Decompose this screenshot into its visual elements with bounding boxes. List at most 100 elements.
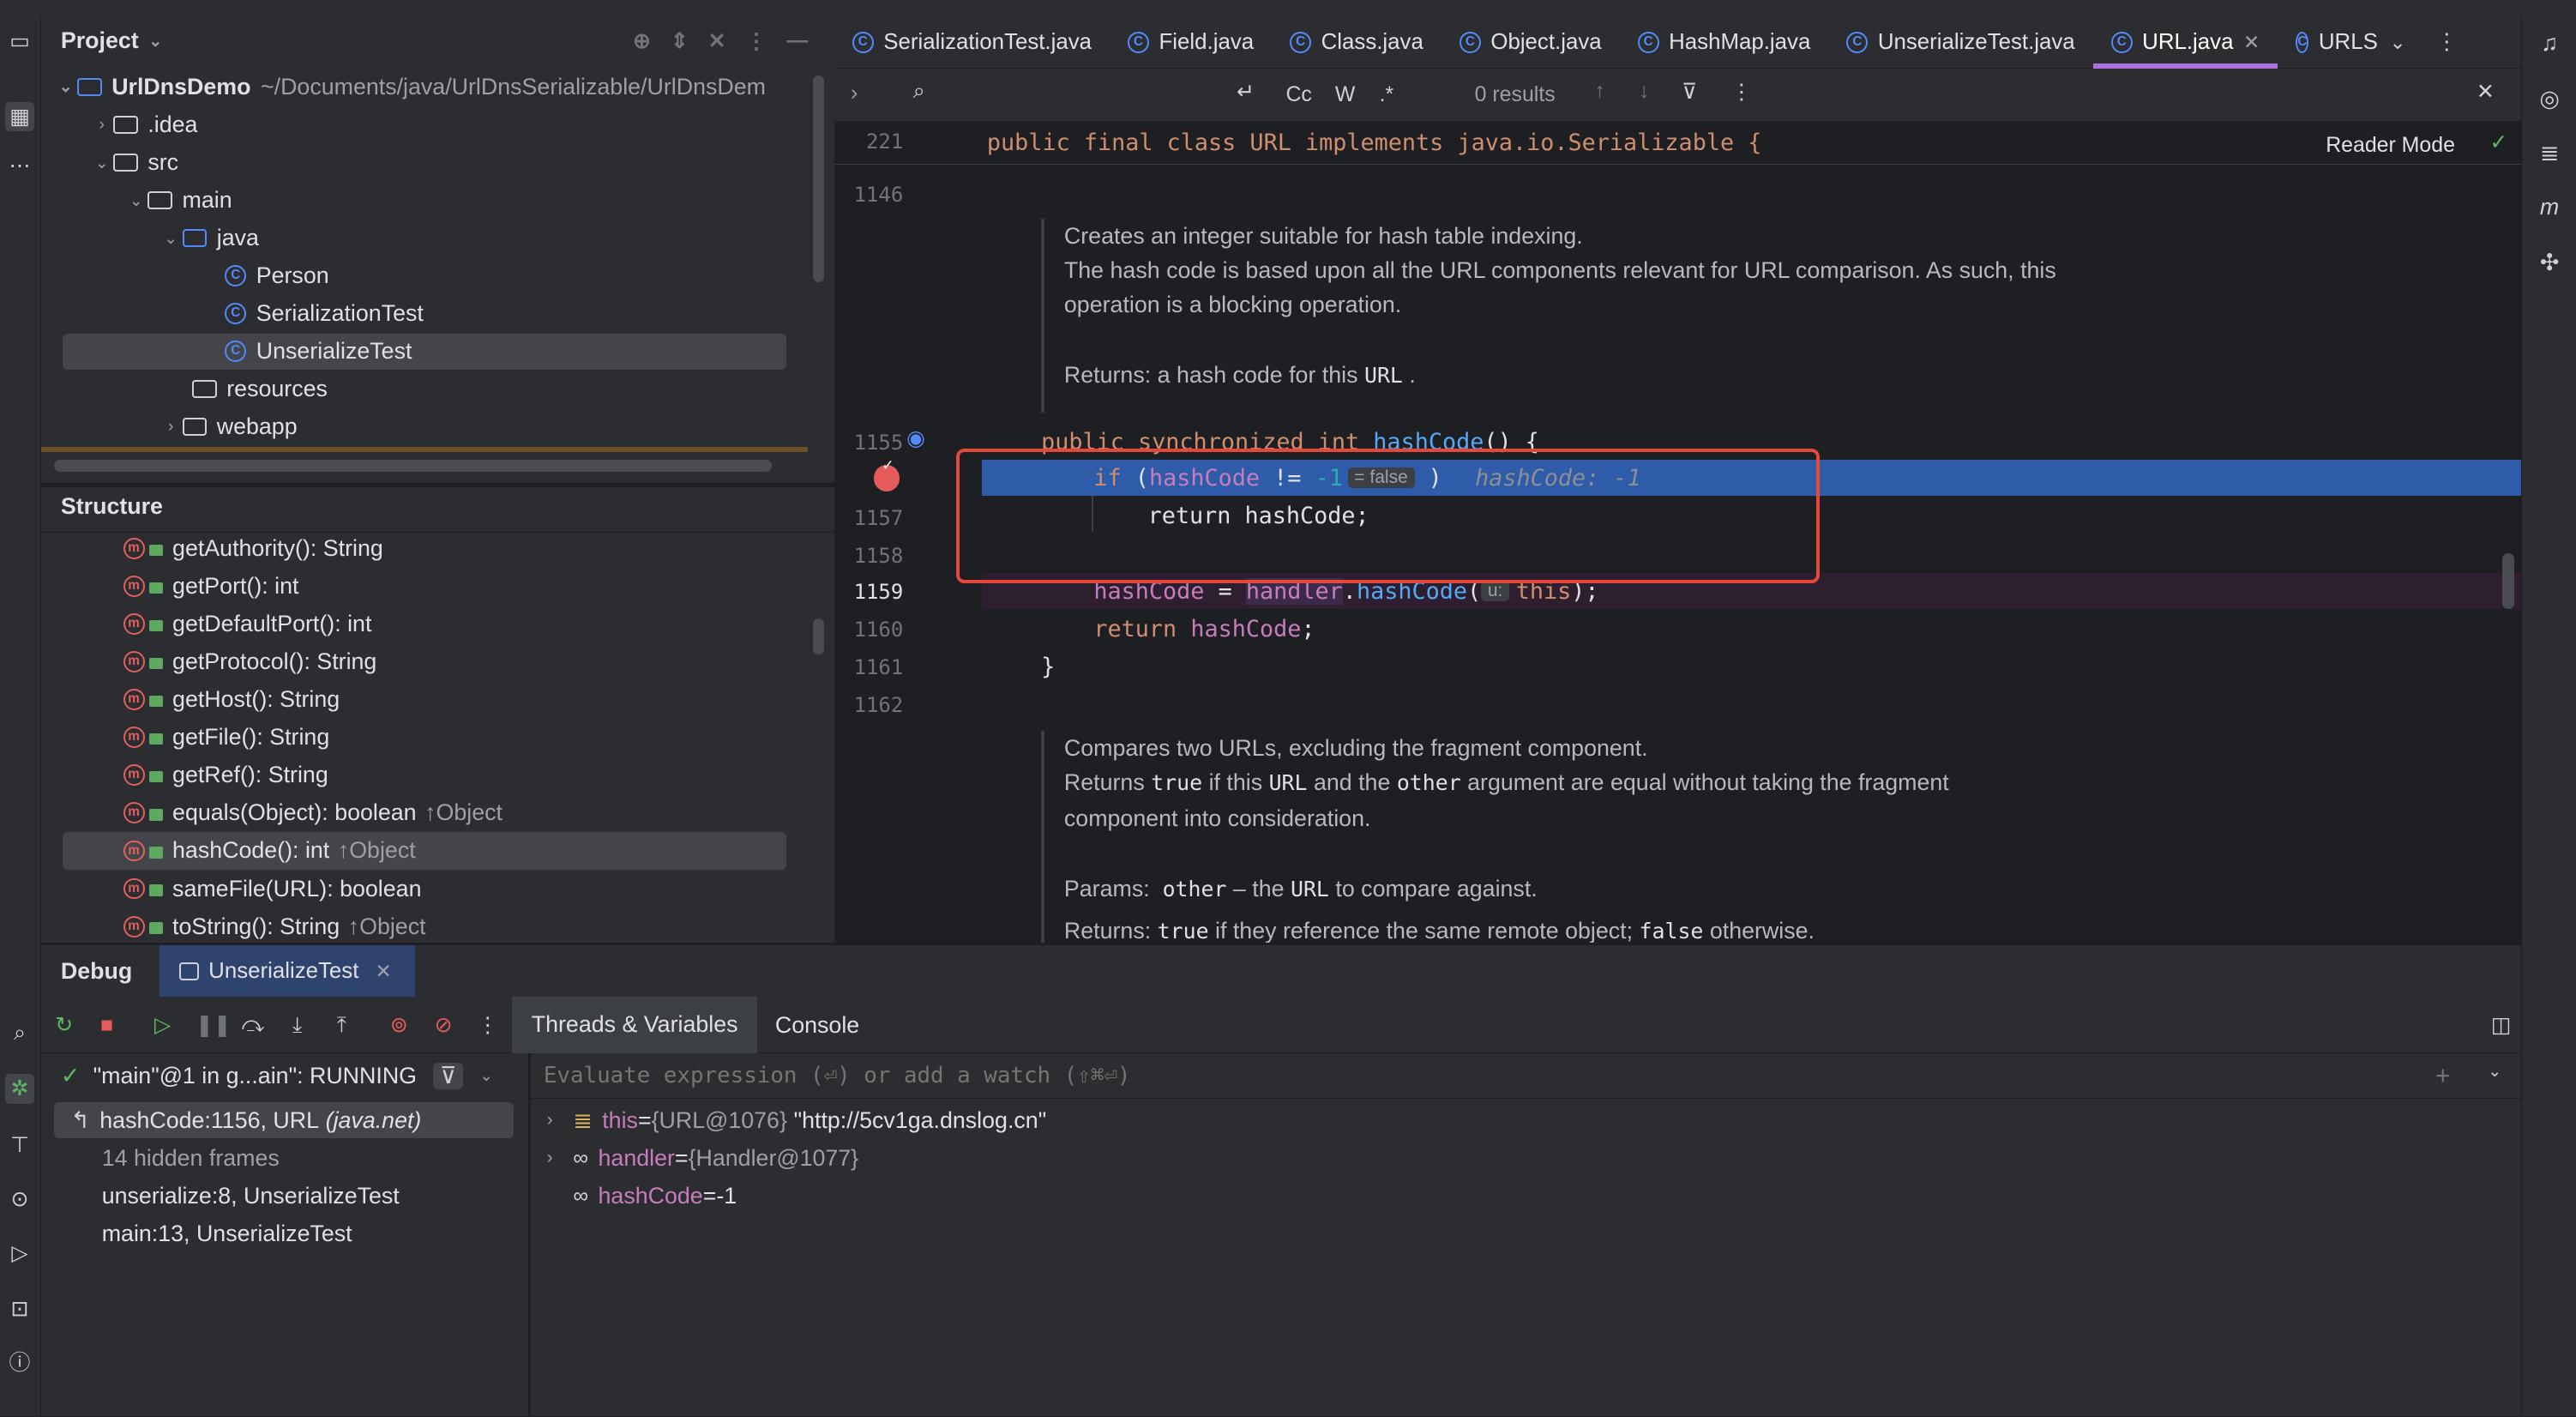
more-icon[interactable]: ⋮ (474, 1012, 501, 1039)
regex-button[interactable]: .* (1380, 82, 1394, 107)
whole-words-button[interactable]: W (1335, 82, 1355, 107)
tab-field[interactable]: C Field.java (1110, 16, 1272, 69)
expand-icon[interactable]: ⇕ (671, 28, 689, 54)
structure-item[interactable]: m getRef(): String (41, 757, 834, 794)
override-marker-icon[interactable]: ◉ (906, 425, 925, 451)
find-options-icon[interactable]: ⋮ (1730, 79, 1752, 105)
vertical-scrollbar[interactable] (812, 618, 825, 655)
tab-object[interactable]: C Object.java (1441, 16, 1620, 69)
search-icon[interactable]: ⌕ (5, 1018, 34, 1047)
match-case-button[interactable]: Cc (1285, 82, 1311, 107)
structure-item[interactable]: m getDefaultPort(): int (41, 606, 834, 643)
options-icon[interactable]: ⋮ (745, 28, 767, 54)
tree-item-main[interactable]: ⌄ main (125, 183, 232, 219)
chevron-down-icon[interactable]: ⌄ (90, 153, 113, 173)
hidden-frames[interactable]: 14 hidden frames (102, 1145, 280, 1172)
vertical-scrollbar[interactable] (812, 75, 825, 283)
tabs-more-icon[interactable]: ⋮ (2435, 29, 2458, 55)
resume-icon[interactable]: ▷ (149, 1012, 176, 1039)
tree-item-unserializetest[interactable]: C UnserializeTest (62, 333, 787, 370)
chevron-right-icon[interactable]: › (159, 418, 183, 437)
close-icon[interactable]: ✕ (376, 960, 392, 983)
step-out-icon[interactable]: ⤒ (328, 1012, 355, 1039)
structure-icon[interactable]: ▦ (4, 101, 35, 132)
chevron-down-icon[interactable]: ⌄ (479, 1065, 493, 1086)
more-icon[interactable]: ⋯ (5, 151, 34, 180)
hide-icon[interactable]: — (786, 28, 808, 54)
chevron-down-icon[interactable]: ⌄ (2488, 1061, 2501, 1082)
close-icon[interactable]: ✕ (2477, 79, 2495, 105)
previous-occurrence-icon[interactable]: ↑ (1594, 79, 1604, 104)
frame-item[interactable]: main:13, UnserializeTest (102, 1221, 352, 1247)
chevron-right-icon[interactable]: › (90, 116, 113, 135)
variable-handler[interactable]: › ∞ handler = {Handler@1077} (547, 1140, 858, 1176)
chevron-down-icon[interactable]: ⌄ (54, 76, 77, 97)
tree-item-serializationtest[interactable]: C SerializationTest (225, 296, 424, 332)
structure-item[interactable]: m getPort(): int (41, 568, 834, 606)
frame-item-selected[interactable]: ↰ hashCode:1156, URL (java.net) (54, 1101, 515, 1139)
step-into-icon[interactable]: ⤓ (284, 1012, 310, 1039)
chevron-right-icon[interactable]: › (547, 1148, 574, 1168)
chevron-right-icon[interactable]: › (851, 81, 858, 106)
pause-icon[interactable]: ❚❚ (196, 1012, 232, 1039)
tab-hashmap[interactable]: C HashMap.java (1620, 16, 1829, 69)
tree-item-java[interactable]: ⌄ java (159, 220, 259, 256)
tab-class[interactable]: C Class.java (1272, 16, 1441, 69)
thread-selector[interactable]: ✓ "main"@1 in g...ain": RUNNING ⊽ ⌄ (41, 1053, 529, 1100)
code-editor[interactable]: 221 public final class URL implements ja… (834, 123, 2521, 944)
terminal-icon[interactable]: ⊡ (5, 1294, 34, 1324)
frame-item[interactable]: unserialize:8, UnserializeTest (102, 1183, 400, 1209)
run-icon[interactable]: ▷ (5, 1239, 34, 1268)
tab-unserializetest[interactable]: C UnserializeTest.java (1828, 16, 2092, 69)
tree-item-root[interactable]: ⌄ UrlDnsDemo ~/Documents/java/UrlDnsSeri… (54, 69, 766, 105)
structure-item[interactable]: m getFile(): String (41, 719, 834, 757)
database-icon[interactable]: ≣ (2533, 136, 2566, 169)
structure-item[interactable]: m sameFile(URL): boolean (41, 870, 834, 907)
next-occurrence-icon[interactable]: ↓ (1639, 79, 1649, 104)
variable-hashcode[interactable]: ∞ hashCode = -1 (573, 1178, 737, 1214)
chevron-down-icon[interactable]: ⌄ (148, 31, 162, 51)
tree-item-webapp[interactable]: › webapp (159, 409, 298, 445)
tab-console[interactable]: Console (775, 1012, 859, 1039)
chevron-right-icon[interactable]: › (547, 1110, 574, 1131)
structure-item[interactable]: m toString(): String ↑Object (41, 907, 834, 945)
editor-scrollbar[interactable] (2502, 553, 2514, 610)
view-breakpoints-icon[interactable]: ⊚ (386, 1012, 412, 1039)
tree-item-resources[interactable]: resources (192, 371, 328, 407)
variable-this[interactable]: › ≣ this = {URL@1076} "http://5cv1ga.dns… (547, 1102, 1047, 1138)
debug-session-tab[interactable]: UnserializeTest ✕ (159, 945, 416, 998)
structure-item[interactable]: m getProtocol(): String (41, 643, 834, 681)
locate-icon[interactable]: ⊕ (633, 28, 651, 54)
tab-serializationtest[interactable]: C SerializationTest.java (834, 16, 1110, 69)
step-over-icon[interactable]: ⤼ (240, 1012, 267, 1039)
reader-mode-toggle[interactable]: Reader Mode (2326, 133, 2455, 158)
tree-item-src[interactable]: ⌄ src (90, 145, 178, 181)
rerun-icon[interactable]: ↻ (51, 1012, 77, 1039)
tabs-dropdown-icon[interactable]: ⌄ (2389, 31, 2405, 54)
filter-icon[interactable]: ⊽ (433, 1062, 464, 1089)
tree-item-idea[interactable]: › .idea (90, 106, 198, 142)
filter-icon[interactable]: ⊽ (1682, 79, 1697, 105)
problems-icon[interactable]: ⓘ (5, 1348, 34, 1378)
horizontal-scrollbar[interactable] (54, 460, 773, 472)
layout-icon[interactable]: ◫ (2488, 1012, 2514, 1039)
chevron-down-icon[interactable]: ⌄ (159, 228, 183, 249)
collapse-icon[interactable]: ✕ (708, 28, 726, 54)
mute-breakpoints-icon[interactable]: ⊘ (430, 1012, 457, 1039)
structure-item[interactable]: m getAuthority(): String (41, 530, 834, 568)
tree-item-person[interactable]: C Person (225, 258, 329, 294)
services-icon[interactable]: ⊙ (5, 1185, 34, 1214)
close-tab-icon[interactable]: ✕ (2243, 31, 2260, 54)
tab-threads-variables[interactable]: Threads & Variables (512, 997, 757, 1053)
ai-assistant-icon[interactable]: ◎ (2533, 82, 2566, 115)
build-icon[interactable]: ⊤ (5, 1131, 34, 1160)
find-input[interactable] (948, 75, 1213, 116)
maven-icon[interactable]: m (2533, 190, 2566, 223)
tab-urls[interactable]: C URLS (2278, 16, 2380, 69)
folder-icon[interactable]: ▭ (5, 27, 34, 56)
gradle-icon[interactable]: ✣ (2533, 246, 2566, 279)
notifications-icon[interactable]: ♫ (2533, 27, 2566, 59)
search-icon[interactable]: ⌕ (913, 79, 925, 104)
newline-icon[interactable]: ↵ (1237, 79, 1255, 105)
chevron-down-icon[interactable]: ⌄ (125, 190, 148, 211)
